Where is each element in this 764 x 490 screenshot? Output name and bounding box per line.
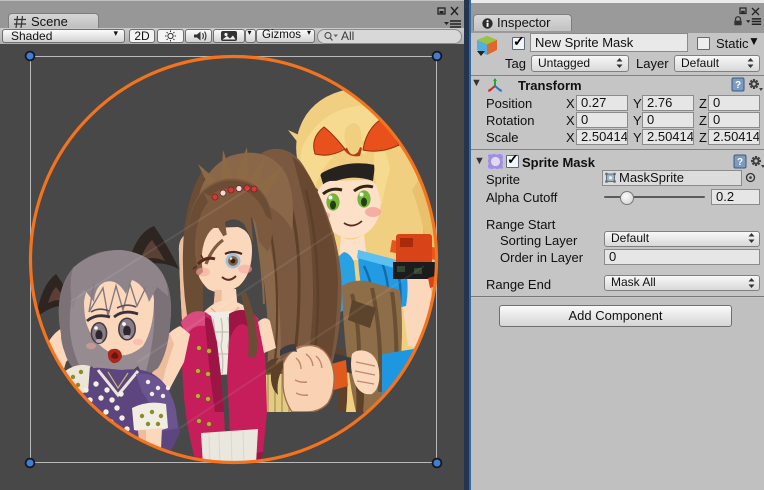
svg-text:?: ? [737,157,743,168]
svg-text:?: ? [735,80,741,91]
